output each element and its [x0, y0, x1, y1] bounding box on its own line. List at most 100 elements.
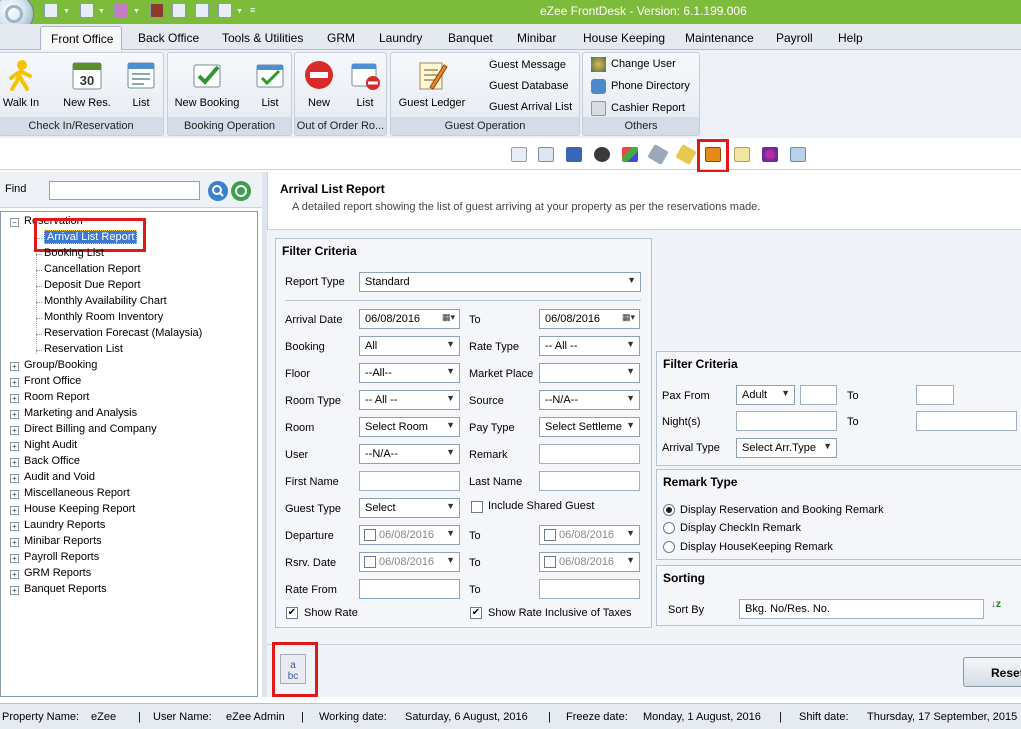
search-icon[interactable] — [208, 181, 228, 201]
departure-enable-checkbox[interactable] — [364, 529, 376, 541]
change-user-link[interactable]: Change User — [611, 58, 676, 70]
expand-icon[interactable]: + — [10, 522, 19, 531]
arrival-to-date-picker[interactable]: 06/08/2016 ▦▾ — [539, 309, 640, 329]
tree-item-monthly-availability-chart[interactable]: Monthly Availability Chart — [44, 295, 167, 307]
departure-to-picker[interactable]: 06/08/2016 ▼ — [539, 525, 640, 545]
chevron-down-icon[interactable]: ▼ — [98, 8, 105, 15]
guest-ledger-button[interactable]: Guest Ledger — [397, 59, 467, 109]
show-rate-inclusive-checkbox[interactable]: ✔ — [470, 607, 482, 619]
tree-item-cancellation-report[interactable]: Cancellation Report — [44, 263, 141, 275]
tree-node-marketing[interactable]: Marketing and Analysis — [24, 407, 137, 419]
include-shared-guest-checkbox[interactable] — [471, 501, 483, 513]
new-reservation-button[interactable]: 30 New Res. — [61, 59, 113, 109]
guest-message-link[interactable]: Guest Message — [489, 59, 566, 71]
expand-icon[interactable]: + — [10, 442, 19, 451]
tree-node-house-keeping[interactable]: House Keeping Report — [24, 503, 135, 515]
image-report-icon[interactable] — [511, 147, 527, 162]
refresh-icon[interactable] — [231, 181, 251, 201]
tab-help[interactable]: Help — [838, 31, 863, 45]
tab-front-office[interactable]: Front Office — [40, 26, 122, 51]
reset-button[interactable]: Reset — [963, 657, 1021, 687]
out-of-order-list-button[interactable]: List — [347, 59, 383, 109]
refresh-icon[interactable] — [218, 3, 232, 18]
tree-item-reservation-list[interactable]: Reservation List — [44, 343, 123, 355]
sort-by-input[interactable]: Bkg. No/Res. No. — [739, 599, 984, 619]
tab-payroll[interactable]: Payroll — [776, 31, 813, 45]
tree-item-booking-list[interactable]: Booking List — [44, 247, 104, 259]
rate-to-input[interactable] — [539, 579, 640, 599]
pax-to-input[interactable] — [916, 385, 954, 405]
tree-node-grm[interactable]: GRM Reports — [24, 567, 91, 579]
tree-node-direct-billing[interactable]: Direct Billing and Company — [24, 423, 157, 435]
expand-icon[interactable]: + — [10, 458, 19, 467]
new-booking-button[interactable]: New Booking — [174, 59, 240, 109]
rsrv-from-picker[interactable]: 06/08/2016 ▼ — [359, 552, 460, 572]
chevron-down-icon[interactable]: ▼ — [63, 8, 70, 15]
arrival-date-picker[interactable]: 06/08/2016 ▦▾ — [359, 309, 460, 329]
transfer-report-icon[interactable] — [790, 147, 806, 162]
report-type-select[interactable]: Standard ▼ — [359, 272, 641, 292]
rsrv-to-enable-checkbox[interactable] — [544, 556, 556, 568]
dots-report-icon[interactable] — [762, 147, 778, 162]
remark-input[interactable] — [539, 444, 640, 464]
book-icon[interactable] — [150, 3, 164, 18]
phone-directory-link[interactable]: Phone Directory — [611, 80, 690, 92]
guest-arrival-list-link[interactable]: Guest Arrival List — [489, 101, 572, 113]
rate-type-select[interactable]: -- All -- ▼ — [539, 336, 640, 356]
nights-to-input[interactable] — [916, 411, 1017, 431]
floor-select[interactable]: --All-- ▼ — [359, 363, 460, 383]
expand-icon[interactable]: + — [10, 554, 19, 563]
tree-node-miscellaneous[interactable]: Miscellaneous Report — [24, 487, 130, 499]
nights-from-input[interactable] — [736, 411, 837, 431]
screen-icon[interactable] — [80, 3, 94, 18]
grid-report-icon[interactable] — [566, 147, 582, 162]
guest-type-select[interactable]: Select ▼ — [359, 498, 460, 518]
tab-banquet[interactable]: Banquet — [448, 31, 493, 45]
find-input[interactable] — [49, 181, 200, 200]
remark-checkin-radio[interactable] — [663, 522, 675, 534]
room-type-select[interactable]: -- All -- ▼ — [359, 390, 460, 410]
arrival-type-select[interactable]: Select Arr.Type ▼ — [736, 438, 837, 458]
departure-from-picker[interactable]: 06/08/2016 ▼ — [359, 525, 460, 545]
chevron-down-icon[interactable]: ▼ — [236, 8, 243, 15]
expand-icon[interactable]: + — [10, 506, 19, 515]
tree-node-minibar[interactable]: Minibar Reports — [24, 535, 102, 547]
expand-icon[interactable]: + — [10, 538, 19, 547]
first-name-input[interactable] — [359, 471, 460, 491]
expand-icon[interactable]: + — [10, 586, 19, 595]
window-report-icon[interactable] — [538, 147, 554, 162]
spellcheck-icon[interactable] — [195, 3, 209, 18]
tag-report-icon[interactable] — [647, 144, 669, 165]
customize-quick-access-icon[interactable]: ≡ — [250, 5, 255, 15]
show-rate-checkbox[interactable]: ✔ — [286, 607, 298, 619]
collapse-icon[interactable]: − — [10, 218, 19, 227]
tab-maintenance[interactable]: Maintenance — [685, 31, 754, 45]
departure-to-enable-checkbox[interactable] — [544, 529, 556, 541]
tree-node-audit-void[interactable]: Audit and Void — [24, 471, 95, 483]
tree-node-payroll[interactable]: Payroll Reports — [24, 551, 99, 563]
palette-report-icon[interactable] — [622, 147, 638, 162]
expand-icon[interactable]: + — [10, 378, 19, 387]
tree-node-night-audit[interactable]: Night Audit — [24, 439, 77, 451]
tree-item-reservation-forecast[interactable]: Reservation Forecast (Malaysia) — [44, 327, 202, 339]
expand-icon[interactable]: + — [10, 362, 19, 371]
source-select[interactable]: --N/A-- ▼ — [539, 390, 640, 410]
expand-icon[interactable]: + — [10, 474, 19, 483]
database-icon[interactable] — [44, 3, 58, 18]
sort-order-icon[interactable]: ↓z — [991, 599, 1001, 610]
dial-report-icon[interactable] — [594, 147, 610, 162]
tree-node-banquet[interactable]: Banquet Reports — [24, 583, 107, 595]
tab-house-keeping[interactable]: House Keeping — [583, 31, 665, 45]
rate-from-input[interactable] — [359, 579, 460, 599]
walk-in-button[interactable]: Walk In — [0, 59, 43, 109]
tab-tools-utilities[interactable]: Tools & Utilities — [222, 31, 303, 45]
expand-icon[interactable]: + — [10, 490, 19, 499]
tree-item-monthly-room-inventory[interactable]: Monthly Room Inventory — [44, 311, 163, 323]
eraser-icon[interactable] — [114, 3, 128, 18]
market-place-select[interactable]: ▼ — [539, 363, 640, 383]
last-name-input[interactable] — [539, 471, 640, 491]
tab-laundry[interactable]: Laundry — [379, 31, 422, 45]
expand-icon[interactable]: + — [10, 426, 19, 435]
rsrv-enable-checkbox[interactable] — [364, 556, 376, 568]
booking-select[interactable]: All ▼ — [359, 336, 460, 356]
